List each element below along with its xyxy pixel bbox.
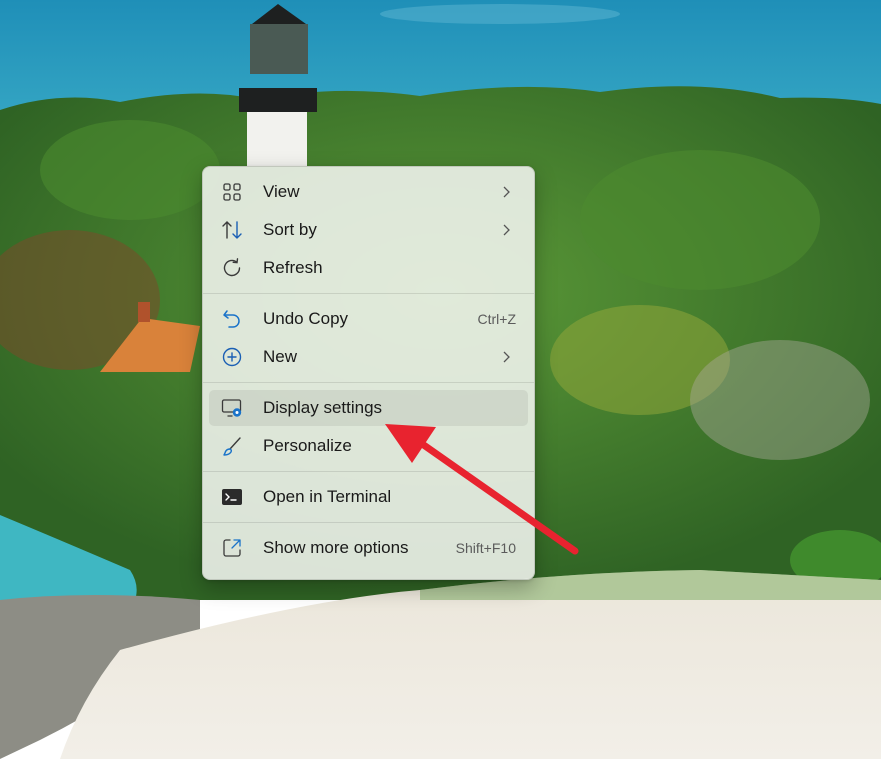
menu-separator [203, 382, 534, 383]
menu-item-view[interactable]: View [209, 174, 528, 210]
menu-item-label: Show more options [263, 538, 409, 557]
menu-item-refresh[interactable]: Refresh [209, 250, 528, 286]
show-more-icon [221, 537, 243, 559]
grid-icon [221, 181, 243, 203]
menu-item-sort-by[interactable]: Sort by [209, 212, 528, 248]
brush-icon [221, 435, 243, 457]
sort-icon [221, 219, 243, 241]
menu-item-label: Personalize [263, 436, 352, 455]
chevron-right-icon [498, 349, 514, 365]
menu-item-label: Undo Copy [263, 309, 349, 328]
shortcut-text: Shift+F10 [455, 540, 516, 556]
menu-separator [203, 471, 534, 472]
plus-circle-icon [221, 346, 243, 368]
menu-item-label: New [263, 347, 298, 366]
menu-separator [203, 293, 534, 294]
menu-item-new[interactable]: New [209, 339, 528, 375]
terminal-icon [221, 486, 243, 508]
chevron-right-icon [498, 184, 514, 200]
menu-item-display-settings[interactable]: Display settings [209, 390, 528, 426]
menu-item-label: Open in Terminal [263, 487, 392, 506]
display-settings-icon [221, 397, 243, 419]
menu-item-label: Display settings [263, 398, 383, 417]
menu-separator [203, 522, 534, 523]
desktop-context-menu: View Sort by Refresh Undo Copy Ctrl+Z Ne… [202, 166, 535, 580]
menu-item-open-in-terminal[interactable]: Open in Terminal [209, 479, 528, 515]
shortcut-text: Ctrl+Z [477, 311, 517, 327]
menu-item-label: Sort by [263, 220, 317, 239]
undo-icon [221, 308, 243, 330]
refresh-icon [221, 257, 243, 279]
menu-item-label: View [263, 182, 300, 201]
chevron-right-icon [498, 222, 514, 238]
menu-item-undo-copy[interactable]: Undo Copy Ctrl+Z [209, 301, 528, 337]
menu-item-show-more-options[interactable]: Show more options Shift+F10 [209, 530, 528, 566]
menu-item-personalize[interactable]: Personalize [209, 428, 528, 464]
menu-item-label: Refresh [263, 258, 323, 277]
